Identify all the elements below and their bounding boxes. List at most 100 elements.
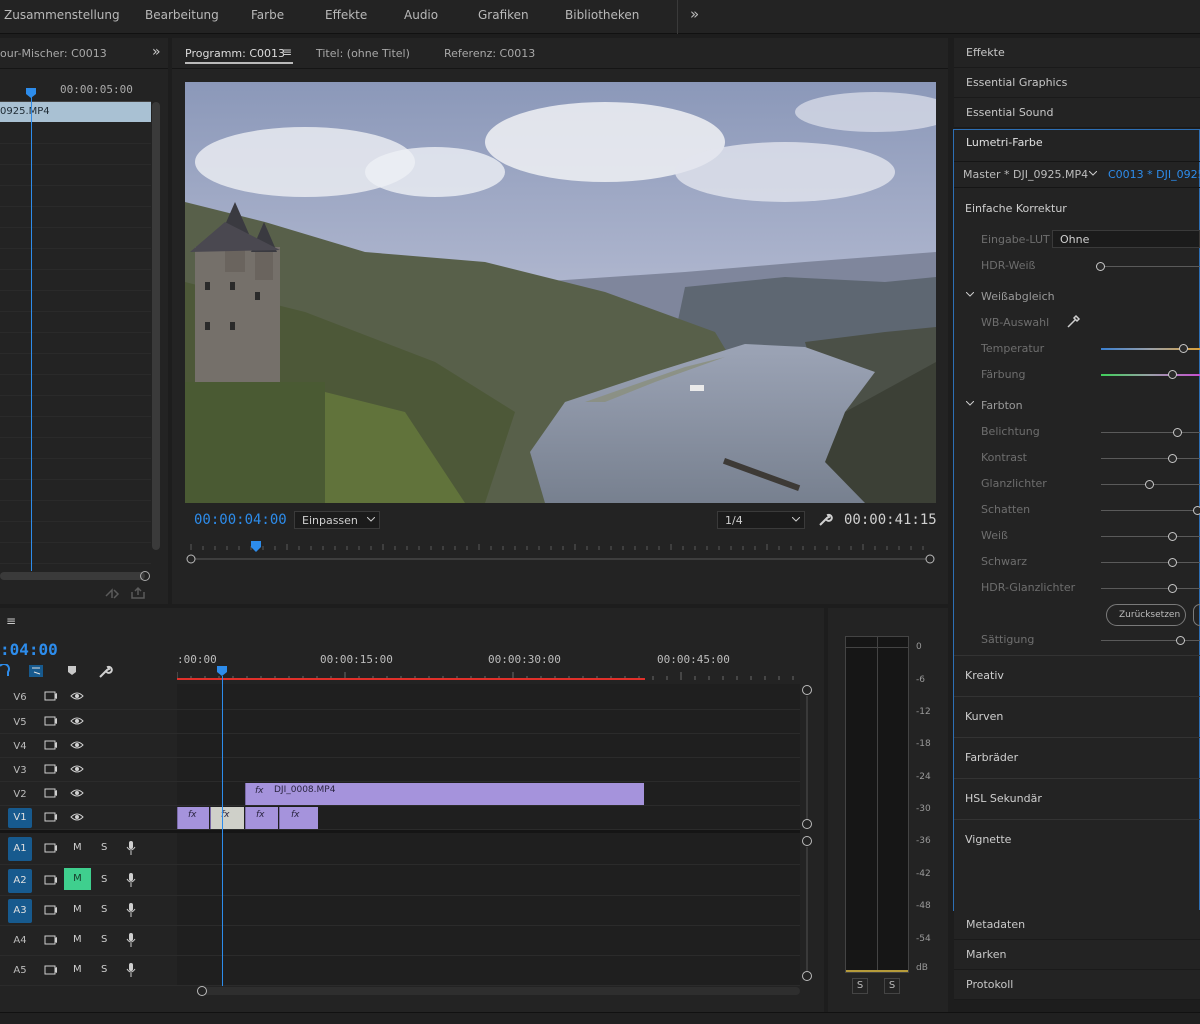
video-track-scrollbar[interactable] [806,696,808,820]
hsl-secondary-section[interactable]: HSL Sekundär [965,792,1042,805]
sync-lock-icon[interactable] [44,739,58,751]
panel-history[interactable]: Protokoll [954,970,1200,1000]
microphone-icon[interactable] [126,962,136,978]
blacks-slider[interactable] [1101,562,1200,563]
exposure-slider[interactable] [1101,432,1200,433]
panel-metadata[interactable]: Metadaten [954,910,1200,940]
add-marker-icon[interactable] [66,665,78,677]
linked-selection-icon[interactable] [28,664,44,678]
eye-icon[interactable] [70,691,84,701]
eye-icon[interactable] [70,764,84,774]
sync-lock-icon[interactable] [44,763,58,775]
curves-section[interactable]: Kurven [965,710,1003,723]
sync-lock-icon[interactable] [44,787,58,799]
tint-slider[interactable] [1101,374,1200,376]
eye-icon[interactable] [70,740,84,750]
sync-lock-icon[interactable] [44,811,58,823]
eye-icon[interactable] [70,812,84,822]
tone-header[interactable]: Farbton [981,399,1023,412]
input-lut-select[interactable]: Ohne [1052,230,1200,248]
highlights-knob[interactable] [1145,480,1154,489]
sync-lock-icon[interactable] [44,874,58,886]
eye-icon[interactable] [70,716,84,726]
white-balance-header[interactable]: Weißabgleich [981,290,1055,303]
solo-button[interactable]: S [101,934,107,945]
source-panel-tab[interactable]: our-Mischer: C0013 [0,47,107,60]
mute-button[interactable]: M [73,842,82,853]
timeline-horizontal-scrollbar[interactable] [200,987,800,995]
panel-markers[interactable]: Marken [954,940,1200,970]
solo-button[interactable]: S [101,904,107,915]
clip-v1-4[interactable]: fx [279,807,318,829]
blacks-knob[interactable] [1168,558,1177,567]
microphone-icon[interactable] [126,872,136,888]
chevron-down-icon[interactable] [1089,171,1097,177]
workspace-tab-bearbeitung[interactable]: Bearbeitung [145,8,219,22]
eyedropper-icon[interactable] [1065,314,1081,330]
panel-effekte[interactable]: Effekte [954,38,1200,68]
chevron-down-icon[interactable] [966,292,974,298]
solo-right-button[interactable]: S [884,978,900,994]
workspace-tab-zusammenstellung[interactable]: Zusammenstellung [4,8,120,22]
program-current-time[interactable]: 00:00:04:00 [194,512,287,528]
sync-lock-icon[interactable] [44,934,58,946]
track-label[interactable]: A3 [8,899,32,923]
scroll-handle[interactable] [802,819,812,829]
scroll-handle[interactable] [802,685,812,695]
scroll-handle[interactable] [197,986,207,996]
tab-title[interactable]: Titel: (ohne Titel) [316,47,410,60]
vignette-section[interactable]: Vignette [965,833,1011,846]
microphone-icon[interactable] [126,840,136,856]
solo-button[interactable]: S [101,842,107,853]
scroll-handle[interactable] [802,836,812,846]
clip-dji-0008[interactable]: fx DJI_0008.MP4 [245,783,644,805]
sync-lock-icon[interactable] [44,904,58,916]
share-icon[interactable] [130,586,146,600]
resolution-select[interactable]: 1/4 [717,511,805,529]
scroll-handle[interactable] [140,571,150,581]
eye-icon[interactable] [70,788,84,798]
saturation-slider[interactable] [1101,640,1200,641]
basic-correction-header[interactable]: Einfache Korrektur [965,202,1067,215]
track-label[interactable]: A4 [8,935,32,946]
whites-slider[interactable] [1101,536,1200,537]
color-wheels-section[interactable]: Farbräder [965,751,1018,764]
shadows-knob[interactable] [1193,506,1200,515]
tab-program[interactable]: Programm: C0013 [185,47,285,60]
timeline-menu-icon[interactable]: ≡ [6,614,16,628]
program-mini-ruler[interactable] [185,538,937,566]
hdr-white-knob[interactable] [1096,262,1105,271]
mute-button[interactable]: M [73,904,82,915]
panel-overflow-icon[interactable]: » [152,44,161,60]
track-label[interactable]: V3 [8,765,32,776]
hdr-highlights-knob[interactable] [1168,584,1177,593]
track-label[interactable]: V5 [8,717,32,728]
fit-select[interactable]: Einpassen [294,511,380,529]
source-clip-bar[interactable]: 0925.MP4 [0,102,151,122]
exposure-knob[interactable] [1173,428,1182,437]
workspace-tab-effekte[interactable]: Effekte [325,8,367,22]
export-icon[interactable] [104,586,120,600]
track-label[interactable]: A5 [8,965,32,976]
creative-section[interactable]: Kreativ [965,669,1004,682]
microphone-icon[interactable] [126,932,136,948]
program-video-frame[interactable] [185,82,936,503]
sequence-clip-tab[interactable]: C0013 * DJI_0925.MP4 [1108,168,1200,181]
contrast-slider[interactable] [1101,458,1200,459]
panel-essential-graphics[interactable]: Essential Graphics [954,68,1200,98]
timeline-settings-wrench-icon[interactable] [97,664,113,680]
hdr-white-slider[interactable] [1101,266,1200,267]
track-label[interactable]: A1 [8,837,32,861]
chevron-down-icon[interactable] [966,401,974,407]
solo-left-button[interactable]: S [852,978,868,994]
sync-lock-icon[interactable] [44,842,58,854]
workspace-tab-bibliotheken[interactable]: Bibliotheken [565,8,639,22]
solo-button[interactable]: S [101,874,107,885]
timeline-current-time[interactable]: :04:00 [0,640,58,659]
clip-v1-3[interactable]: fx [245,807,278,829]
mute-button[interactable]: M [73,934,82,945]
source-vertical-scrollbar[interactable] [152,102,160,550]
scroll-handle[interactable] [802,971,812,981]
lumetri-title[interactable]: Lumetri-Farbe [966,136,1043,149]
track-label[interactable]: V1 [8,808,32,828]
